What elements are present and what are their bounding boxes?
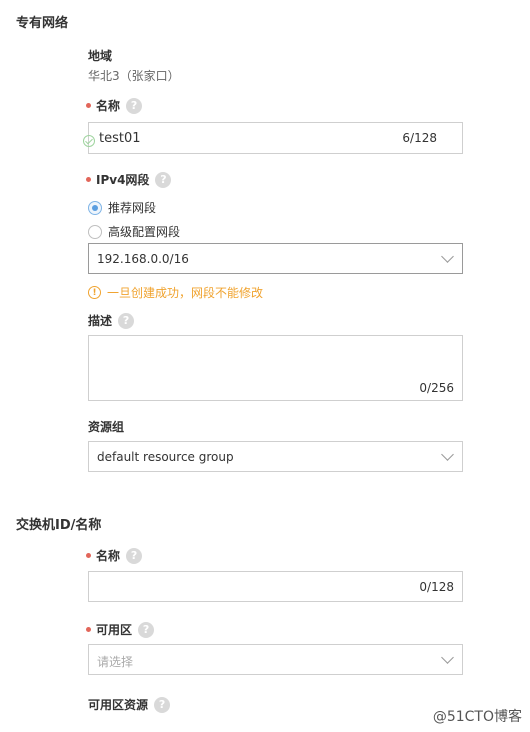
radio-checked-icon[interactable] (88, 200, 102, 215)
description-label: 描述 (88, 314, 113, 328)
required-dot (86, 103, 91, 108)
vpc-name-input[interactable]: test01 6/128 (83, 122, 463, 154)
check-circle-icon (83, 135, 95, 147)
chevron-down-icon[interactable] (441, 250, 454, 263)
description-label-row: 描述 ? (88, 312, 135, 329)
vpc-name-counter: 6/128 (402, 131, 437, 145)
vswitch-name-input[interactable]: 0/128 (88, 571, 463, 602)
zone-select[interactable]: 请选择 (88, 644, 463, 675)
zone-resource-label: 可用区资源 (88, 698, 149, 712)
ipv4-cidr-value: 192.168.0.0/16 (97, 252, 189, 266)
radio-unchecked-icon[interactable] (88, 224, 102, 239)
vswitch-name-label-row: 名称 ? (86, 547, 143, 564)
resource-group-value: default resource group (97, 450, 234, 464)
vswitch-section-title: 交换机ID/名称 (16, 518, 102, 533)
cidr-warning-text: 一旦创建成功，网段不能修改 (107, 286, 264, 300)
radio-recommended-label: 推荐网段 (108, 201, 157, 215)
help-icon[interactable]: ? (118, 312, 135, 329)
required-dot (86, 627, 91, 632)
region-value: 华北3（张家口） (88, 69, 180, 83)
help-icon[interactable]: ? (154, 696, 171, 713)
radio-advanced-label: 高级配置网段 (108, 225, 181, 239)
required-dot (86, 177, 91, 182)
help-icon[interactable]: ? (138, 621, 155, 638)
description-counter: 0/256 (419, 381, 454, 395)
help-icon[interactable]: ? (126, 97, 143, 114)
zone-resource-label-row: 可用区资源 ? (88, 696, 171, 713)
vpc-name-label: 名称 (96, 99, 121, 113)
zone-placeholder: 请选择 (97, 655, 134, 669)
vpc-name-value: test01 (99, 131, 141, 146)
zone-label-row: 可用区 ? (86, 621, 155, 638)
warning-icon: ! (88, 286, 101, 299)
vpc-name-label-row: 名称 ? (86, 97, 143, 114)
region-label: 地域 (88, 49, 113, 63)
vswitch-name-label: 名称 (96, 549, 121, 563)
vswitch-name-counter: 0/128 (419, 580, 454, 594)
zone-label: 可用区 (96, 623, 133, 637)
ipv4-label-row: IPv4网段 ? (86, 171, 172, 188)
cidr-warning: ! 一旦创建成功，网段不能修改 (88, 284, 263, 301)
description-textarea[interactable]: 0/256 (88, 335, 463, 401)
chevron-down-icon[interactable] (441, 651, 454, 664)
resource-group-select[interactable]: default resource group (88, 441, 463, 472)
ipv4-label: IPv4网段 (96, 173, 150, 187)
ipv4-cidr-select[interactable]: 192.168.0.0/16 (88, 243, 463, 274)
radio-recommended[interactable]: 推荐网段 (88, 199, 156, 216)
resource-group-label: 资源组 (88, 420, 125, 434)
radio-advanced[interactable]: 高级配置网段 (88, 223, 180, 240)
vpc-section-title: 专有网络 (16, 16, 69, 31)
watermark: @51CTO博客 (432, 709, 522, 725)
chevron-down-icon[interactable] (441, 448, 454, 461)
required-dot (86, 553, 91, 558)
help-icon[interactable]: ? (126, 547, 143, 564)
help-icon[interactable]: ? (155, 171, 172, 188)
